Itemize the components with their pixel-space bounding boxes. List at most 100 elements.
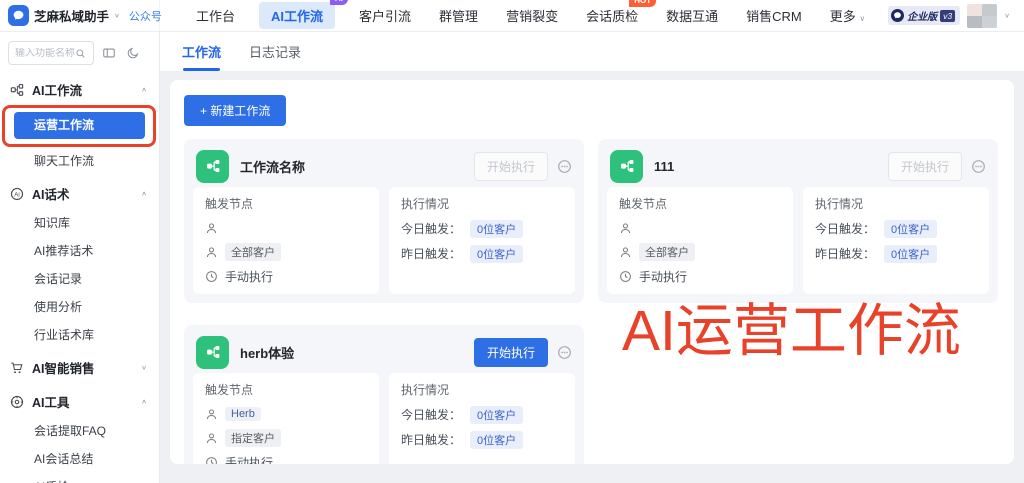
run-button[interactable]: 开始执行 xyxy=(474,152,548,181)
yesterday-count-tag[interactable]: 0位客户 xyxy=(470,245,523,263)
nav-item-chat-qc[interactable]: 会话质检HOT xyxy=(586,6,638,25)
trigger-row: 指定客户 xyxy=(205,426,367,450)
clock-icon xyxy=(619,270,632,283)
workflow-card-body: 触发节点 全部客户 手动执行 xyxy=(607,187,989,294)
sidebar-section-ai-tools[interactable]: AI工具 ∧ xyxy=(0,386,159,417)
sidebar-item-chat-records[interactable]: 会话记录 xyxy=(8,266,151,293)
brand-chevron-down-icon[interactable]: ∨ xyxy=(114,12,120,19)
workflow-green-icon xyxy=(196,150,229,183)
person-icon xyxy=(619,246,632,259)
sidebar-section-ai-sales[interactable]: AI智能销售 ∨ xyxy=(0,352,159,383)
sidebar-item-knowledge-base[interactable]: 知识库 xyxy=(8,210,151,237)
account-chevron-down-icon[interactable]: ∨ xyxy=(1004,12,1010,19)
nav-item-more[interactable]: 更多 ∨ xyxy=(830,6,866,25)
app-logo-icon xyxy=(8,5,29,26)
yesterday-count-tag[interactable]: 0位客户 xyxy=(470,431,523,449)
svg-text:Ai: Ai xyxy=(14,191,19,198)
search-icon[interactable] xyxy=(75,48,86,59)
more-chevron-down-icon: ∨ xyxy=(859,14,865,23)
collapse-sidebar-icon[interactable] xyxy=(100,44,118,62)
trigger-panel-label: 触发节点 xyxy=(205,195,367,212)
manual-exec-label: 手动执行 xyxy=(639,268,687,285)
run-button[interactable]: 开始执行 xyxy=(474,338,548,367)
nav-item-customer-acquisition[interactable]: 客户引流 xyxy=(359,6,411,25)
workflow-card-header: herb体验 开始执行 xyxy=(193,332,575,372)
nav-item-ai-workflow[interactable]: AI工作流AI xyxy=(259,2,335,29)
clock-icon xyxy=(205,270,218,283)
section-chevron-up-icon: ∧ xyxy=(141,86,147,93)
ai-script-icon: Ai xyxy=(10,187,24,201)
trigger-row xyxy=(619,216,781,240)
today-count-tag[interactable]: 0位客户 xyxy=(470,406,523,424)
sidebar-item-operation-workflow[interactable]: 运营工作流 xyxy=(14,112,145,139)
nav-item-workbench[interactable]: 工作台 xyxy=(196,6,235,25)
exec-panel-label: 执行情况 xyxy=(401,381,563,398)
audience-tag: 全部客户 xyxy=(639,243,695,261)
nav-item-marketing-fission[interactable]: 营销裂变 xyxy=(506,6,558,25)
person-icon xyxy=(205,432,218,445)
app-root: 芝麻私域助手 ∨ 公众号 工作台 AI工作流AI 客户引流 群管理 营销裂变 会… xyxy=(0,0,1024,483)
exec-panel: 执行情况 今日触发： 0位客户 昨日触发： 0位客户 xyxy=(803,187,989,294)
more-options-icon[interactable] xyxy=(557,159,572,174)
exec-row: 昨日触发： 0位客户 xyxy=(401,427,563,452)
sidebar-item-usage-analysis[interactable]: 使用分析 xyxy=(8,294,151,321)
tab-logs[interactable]: 日志记录 xyxy=(249,32,301,71)
tab-workflow[interactable]: 工作流 xyxy=(182,32,221,71)
workflow-green-icon xyxy=(196,336,229,369)
sidebar-item-ai-recommend-script[interactable]: AI推荐话术 xyxy=(8,238,151,265)
workflow-card: 工作流名称 开始执行 触发节点 xyxy=(184,139,584,303)
person-icon xyxy=(205,408,218,421)
top-navbar: 芝麻私域助手 ∨ 公众号 工作台 AI工作流AI 客户引流 群管理 营销裂变 会… xyxy=(0,0,1024,32)
today-count-tag[interactable]: 0位客户 xyxy=(470,220,523,238)
edition-badge: 企业版 v3 xyxy=(888,6,960,25)
sidebar-section-ai-script[interactable]: Ai AI话术 ∧ xyxy=(0,178,159,209)
exec-row: 今日触发： 0位客户 xyxy=(401,402,563,427)
dark-mode-moon-icon[interactable] xyxy=(124,44,142,62)
workflow-title: 工作流名称 xyxy=(240,157,305,176)
workflow-actions: 开始执行 xyxy=(474,338,572,367)
today-trigger-label: 今日触发： xyxy=(815,220,875,237)
exec-row: 昨日触发： 0位客户 xyxy=(401,241,563,266)
sidebar-section-ai-workflow[interactable]: AI工作流 ∧ xyxy=(0,74,159,105)
more-options-icon[interactable] xyxy=(557,345,572,360)
brand-account-type[interactable]: 公众号 xyxy=(129,8,162,24)
content-card: + 新建工作流 工作流名称 开始执行 xyxy=(170,80,1014,464)
section-title-ai-script: AI话术 xyxy=(32,184,70,203)
nav-item-group-management[interactable]: 群管理 xyxy=(439,6,478,25)
manual-exec-label: 手动执行 xyxy=(225,268,273,285)
sidebar-item-ai-chat-summary[interactable]: AI会话总结 xyxy=(8,446,151,473)
trigger-panel: 触发节点 全部客户 手动执行 xyxy=(193,187,379,294)
avatar[interactable] xyxy=(967,4,997,28)
trigger-row: 手动执行 xyxy=(619,264,781,288)
trigger-panel-label: 触发节点 xyxy=(205,381,367,398)
nav-item-data-sync[interactable]: 数据互通 xyxy=(666,6,718,25)
nav-item-sales-crm[interactable]: 销售CRM xyxy=(746,6,802,25)
sidebar: AI工作流 ∧ 运营工作流 聊天工作流 Ai AI话术 ∧ 知识库 AI推荐话术… xyxy=(0,32,160,483)
section-chevron-up-icon: ∧ xyxy=(141,190,147,197)
run-button[interactable]: 开始执行 xyxy=(888,152,962,181)
workflow-card-header: 工作流名称 开始执行 xyxy=(193,146,575,186)
search-input[interactable] xyxy=(15,48,75,59)
yesterday-trigger-label: 昨日触发： xyxy=(815,245,875,262)
ai-sales-cart-icon xyxy=(10,361,24,375)
sidebar-item-industry-script-lib[interactable]: 行业话术库 xyxy=(8,322,151,349)
user-tag: Herb xyxy=(225,407,261,421)
today-count-tag[interactable]: 0位客户 xyxy=(884,220,937,238)
new-workflow-button[interactable]: + 新建工作流 xyxy=(184,95,286,126)
more-options-icon[interactable] xyxy=(971,159,986,174)
sidebar-item-chat-extract-faq[interactable]: 会话提取FAQ xyxy=(8,418,151,445)
ai-tools-icon xyxy=(10,395,24,409)
sidebar-item-ai-quality-check[interactable]: AI质检 xyxy=(8,474,151,483)
exec-panel-label: 执行情况 xyxy=(401,195,563,212)
workflow-green-icon xyxy=(610,150,643,183)
trigger-row: 全部客户 xyxy=(619,240,781,264)
section-chevron-up-icon: ∧ xyxy=(141,398,147,405)
trigger-panel: 触发节点 全部客户 手动执行 xyxy=(607,187,793,294)
yesterday-count-tag[interactable]: 0位客户 xyxy=(884,245,937,263)
main-area: 工作流 日志记录 + 新建工作流 工作流名称 开始执行 xyxy=(160,32,1024,483)
annotation-text: AI运营工作流 xyxy=(622,296,961,366)
nav-item-ai-workflow-label: AI工作流 xyxy=(271,9,323,24)
sidebar-item-chat-workflow[interactable]: 聊天工作流 xyxy=(8,148,151,175)
exec-panel: 执行情况 今日触发： 0位客户 昨日触发： 0位客户 xyxy=(389,187,575,294)
edition-label: 企业版 xyxy=(907,8,937,23)
